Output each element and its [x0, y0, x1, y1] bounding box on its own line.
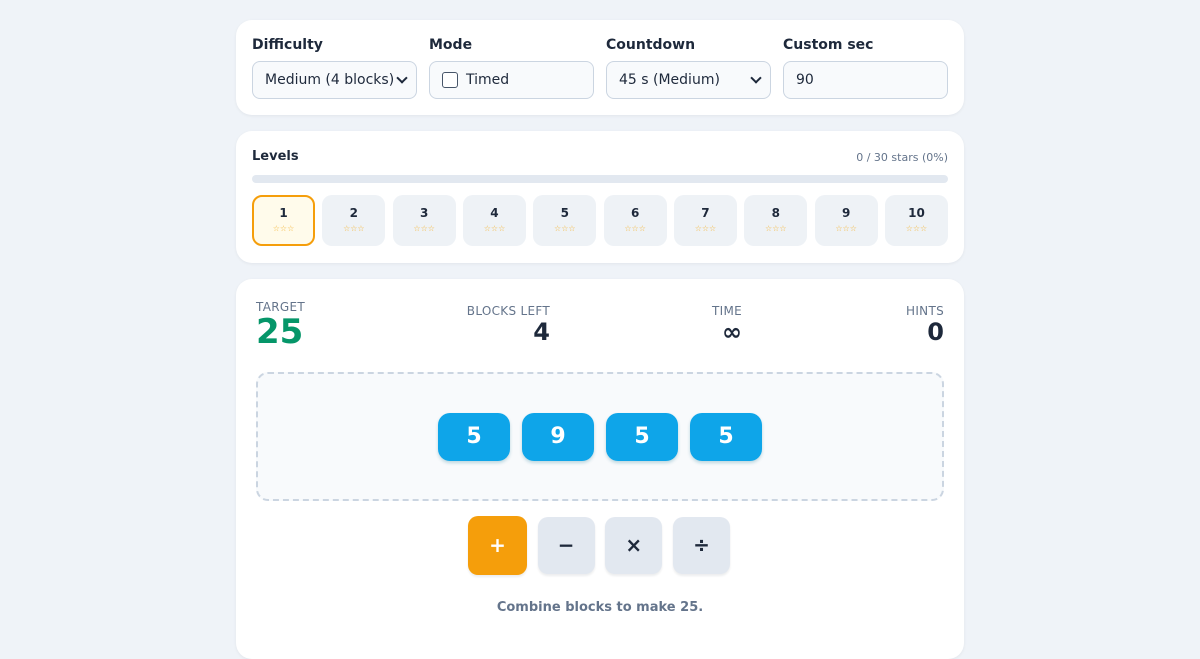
level-number: 9: [841, 206, 851, 220]
instruction-message: Combine blocks to make 25.: [496, 600, 704, 615]
hints-value: 0: [927, 318, 944, 346]
divide-operator-button[interactable]: ÷: [672, 516, 730, 574]
level-stars: ☆☆☆: [624, 224, 646, 233]
level-button-10[interactable]: 10 ☆☆☆: [884, 195, 948, 246]
level-number: 5: [560, 206, 569, 220]
chevron-down-icon: [396, 72, 408, 84]
countdown-label: Countdown: [606, 37, 696, 53]
level-number: 3: [419, 206, 429, 220]
level-number: 10: [908, 206, 925, 220]
subtract-operator-button[interactable]: −: [537, 516, 595, 574]
level-number: 8: [771, 206, 780, 220]
level-stars: ☆☆☆: [483, 224, 506, 233]
blocks-left-label: BLOCKS LEFT: [466, 304, 550, 318]
level-button-9[interactable]: 9 ☆☆☆: [814, 195, 878, 246]
level-button-1[interactable]: 1 ☆☆☆: [252, 195, 315, 246]
level-button-8[interactable]: 8 ☆☆☆: [744, 195, 808, 246]
difficulty-value: Medium (4 blocks): [265, 72, 395, 88]
stars-progress-bar: [252, 175, 948, 183]
level-number: 2: [349, 206, 358, 220]
level-number: 7: [701, 206, 710, 220]
time-stat: TIME ∞: [712, 304, 742, 346]
target-value: 25: [256, 312, 304, 352]
level-stars: ☆☆☆: [413, 224, 435, 233]
level-button-2[interactable]: 2 ☆☆☆: [322, 195, 386, 246]
countdown-value: 45 s (Medium): [619, 72, 720, 88]
level-number: 1: [279, 206, 288, 220]
custom-sec-label: Custom sec: [783, 37, 874, 53]
levels-title: Levels: [252, 149, 299, 164]
stars-summary: 0 / 30 stars (0%): [856, 151, 948, 164]
hints-label: HINTS: [906, 304, 944, 318]
difficulty-select[interactable]: Medium (4 blocks): [252, 61, 417, 99]
level-number: 4: [490, 206, 499, 220]
custom-sec-value: 90: [796, 72, 814, 88]
level-list: 1 ☆☆☆ 2 ☆☆☆ 3 ☆☆☆ 4 ☆☆☆ 5 ☆☆☆ 6 ☆☆☆ 7 ☆☆☆ 8 ☆☆☆ 9 ☆☆☆ 10 ☆☆…: [252, 195, 948, 246]
level-button-7[interactable]: 7 ☆☆☆: [673, 195, 737, 246]
timed-label: Timed: [466, 72, 510, 88]
level-stars: ☆☆☆: [835, 224, 857, 233]
level-stars: ☆☆☆: [905, 224, 928, 233]
level-stars: ☆☆☆: [765, 224, 787, 233]
timed-checkbox[interactable]: [442, 72, 458, 88]
number-block[interactable]: 5: [606, 412, 678, 461]
multiply-operator-button[interactable]: ×: [605, 516, 663, 574]
number-block[interactable]: 5: [438, 412, 510, 461]
number-block[interactable]: 9: [522, 412, 594, 461]
custom-sec-input[interactable]: 90: [783, 61, 948, 99]
operator-bar: + − × ÷: [468, 515, 730, 575]
difficulty-label: Difficulty: [252, 37, 323, 53]
game-panel: TARGET 25 BLOCKS LEFT 4 TIME ∞ HINTS 0 5…: [236, 279, 964, 659]
level-button-4[interactable]: 4 ☆☆☆: [462, 195, 526, 246]
level-button-5[interactable]: 5 ☆☆☆: [533, 195, 597, 246]
settings-panel: Difficulty Medium (4 blocks) Mode Timed …: [236, 20, 964, 115]
level-stars: ☆☆☆: [272, 224, 295, 233]
level-number: 6: [630, 206, 640, 220]
level-button-3[interactable]: 3 ☆☆☆: [392, 195, 456, 246]
level-stars: ☆☆☆: [694, 224, 717, 233]
chevron-down-icon: [750, 72, 762, 84]
time-label: TIME: [711, 304, 742, 318]
blocks-left-value: 4: [533, 318, 550, 346]
countdown-select[interactable]: 45 s (Medium): [606, 61, 771, 99]
timed-toggle[interactable]: Timed: [429, 61, 594, 99]
time-value: ∞: [722, 318, 742, 346]
target-stat: TARGET 25: [256, 300, 305, 350]
levels-panel: Levels 0 / 30 stars (0%) 1 ☆☆☆ 2 ☆☆☆ 3 ☆☆☆ 4 ☆☆…: [236, 131, 964, 263]
level-stars: ☆☆☆: [343, 224, 365, 233]
blocks-left-stat: BLOCKS LEFT 4: [467, 304, 550, 346]
hints-stat: HINTS 0: [906, 304, 944, 346]
add-operator-button[interactable]: +: [468, 515, 527, 575]
level-button-6[interactable]: 6 ☆☆☆: [603, 195, 667, 246]
blocks-area: 5955: [256, 372, 944, 501]
mode-label: Mode: [429, 37, 473, 53]
level-stars: ☆☆☆: [554, 224, 576, 233]
number-block[interactable]: 5: [690, 412, 762, 461]
